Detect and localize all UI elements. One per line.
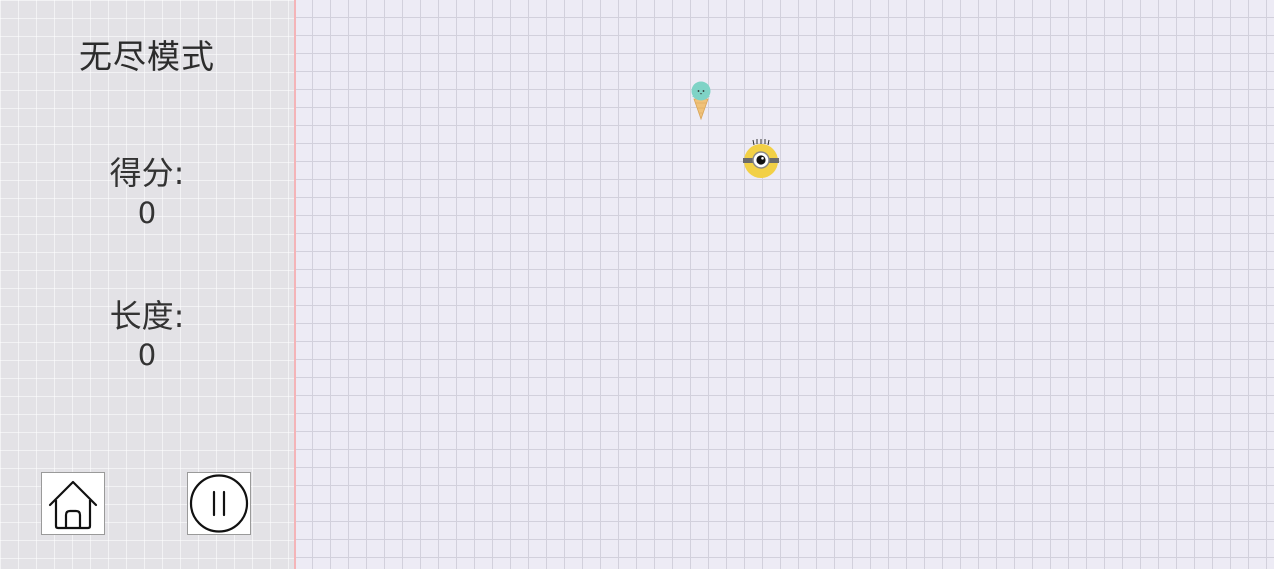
home-button[interactable] [41, 472, 105, 535]
board-divider [294, 0, 296, 569]
score-label: 得分: [109, 154, 185, 192]
game-screen: 无尽模式 得分: 0 长度: 0 [0, 0, 1274, 569]
ice-cream-icon [691, 81, 711, 121]
sidebar-panel: 无尽模式 得分: 0 长度: 0 [0, 0, 295, 569]
pause-icon [189, 474, 249, 533]
game-board[interactable] [295, 0, 1274, 569]
mode-title: 无尽模式 [79, 37, 215, 76]
minion-head-icon [743, 139, 779, 178]
pause-button[interactable] [187, 472, 251, 535]
length-label: 长度: [109, 297, 185, 335]
home-icon [48, 480, 98, 530]
score-value: 0 [137, 196, 157, 230]
length-value: 0 [137, 338, 157, 372]
